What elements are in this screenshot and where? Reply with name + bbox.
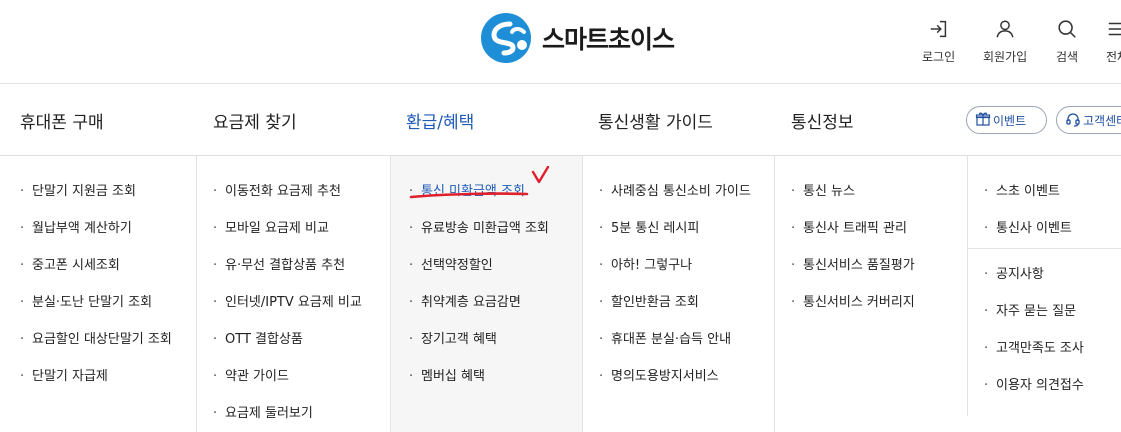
menu-item[interactable]: · 장기고객 혜택	[409, 328, 497, 347]
menu-item[interactable]: · 요금할인 대상단말기 조회	[20, 328, 172, 347]
search-icon	[1056, 18, 1078, 44]
menu-item[interactable]: · 취약계층 요금감면	[409, 291, 521, 310]
menu-item[interactable]: · 명의도용방지서비스	[599, 365, 719, 384]
annotation-underline-check	[409, 166, 550, 199]
menu-item[interactable]: · 모바일 요금제 비교	[213, 217, 329, 236]
logo-text: 스마트초이스	[542, 25, 675, 54]
menu-item[interactable]: · 이동전화 요금제 추천	[213, 180, 341, 199]
menu-item[interactable]: · 요금제 둘러보기	[213, 402, 313, 421]
menu-item[interactable]: · 5분 통신 레시피	[599, 217, 699, 236]
menu-item[interactable]: · 월납부액 계산하기	[20, 217, 132, 236]
menu-item[interactable]: · 분실·도난 단말기 조회	[20, 291, 152, 310]
login-icon	[928, 18, 950, 44]
menu-item[interactable]: · 고객만족도 조사	[984, 337, 1084, 356]
customer-center-pill-label: 고객센터	[1083, 113, 1121, 128]
menu-item[interactable]: · 아하! 그렇구나	[599, 254, 692, 273]
menu-item[interactable]: · 중고폰 시세조회	[20, 254, 120, 273]
menu-item[interactable]: · 자주 묻는 질문	[984, 300, 1076, 319]
menu-column-guide: · 사례중심 통신소비 가이드 · 5분 통신 레시피 · 아하! 그렇구나 · 할인반…	[582, 156, 774, 432]
event-pill-label: 이벤트	[993, 113, 1027, 128]
group-divider	[968, 248, 1121, 249]
signup-label: 회원가입	[983, 50, 1028, 64]
search-label: 검색	[1056, 50, 1079, 64]
headset-icon	[1065, 111, 1083, 130]
menu-item[interactable]: · 통신사 이벤트	[984, 217, 1072, 236]
menu-item[interactable]: · 선택약정할인	[409, 254, 493, 273]
menu-column-phone: · 단말기 지원금 조회 · 월납부액 계산하기 · 중고폰 시세조회 · 분실·도난 …	[0, 156, 196, 432]
menu-column-plans: · 이동전화 요금제 추천 · 모바일 요금제 비교 · 유·무선 결합상품 추천 ·…	[196, 156, 390, 432]
logo-mark-icon	[480, 12, 532, 64]
customer-center-pill-button[interactable]: 고객센터	[1056, 106, 1121, 134]
menu-item[interactable]: · 멤버십 혜택	[409, 365, 485, 384]
site-logo[interactable]: 스마트초이스	[480, 12, 675, 64]
menu-item[interactable]: · 유료방송 미환급액 조회	[409, 217, 549, 236]
event-pill-button[interactable]: 이벤트	[966, 106, 1047, 134]
menu-icon	[1106, 18, 1121, 44]
search-button[interactable]: 검색	[1056, 18, 1078, 65]
nav-telecom-info[interactable]: 통신정보	[791, 108, 854, 133]
menu-item[interactable]: · 사례중심 통신소비 가이드	[599, 180, 751, 199]
nav-refund-benefits[interactable]: 환급/혜택	[406, 108, 474, 133]
menu-item[interactable]: · 할인반환금 조회	[599, 291, 699, 310]
signup-button[interactable]: 회원가입	[983, 18, 1027, 65]
mega-menu: · 단말기 지원금 조회 · 월납부액 계산하기 · 중고폰 시세조회 · 분실·도난 …	[0, 156, 1121, 432]
menu-item[interactable]: · 인터넷/IPTV 요금제 비교	[213, 291, 362, 310]
user-icon	[994, 18, 1016, 44]
nav-plan-finder[interactable]: 요금제 찾기	[213, 108, 297, 133]
nav-phone-purchase[interactable]: 휴대폰 구매	[20, 108, 104, 133]
site-header: 스마트초이스 로그인 회원가입 검색 전체	[0, 0, 1121, 84]
nav-telecom-guide[interactable]: 통신생활 가이드	[598, 108, 713, 133]
menu-item[interactable]: · 스초 이벤트	[984, 180, 1060, 199]
menu-item[interactable]: · 약관 가이드	[213, 365, 289, 384]
menu-item[interactable]: · 단말기 지원금 조회	[20, 180, 136, 199]
menu-item[interactable]: · 이용자 의견접수	[984, 374, 1084, 393]
menu-column-info: · 통신 뉴스 · 통신사 트래픽 관리 · 통신서비스 품질평가 · 통신서비스 커버…	[774, 156, 967, 432]
menu-column-events-support: · 스초 이벤트 · 통신사 이벤트 · 공지사항 · 자주 묻는 질문 · 고객만족도 …	[967, 156, 1121, 416]
menu-item[interactable]: · 통신서비스 커버리지	[791, 291, 915, 310]
gift-icon	[975, 111, 993, 130]
menu-item[interactable]: · 통신사 트래픽 관리	[791, 217, 907, 236]
menu-item[interactable]: · OTT 결합상품	[213, 328, 303, 347]
menu-item[interactable]: · 공지사항	[984, 263, 1044, 282]
menu-column-refund: · 통신 미환급액 조회 · 유료방송 미환급액 조회 · 선택약정할인 · 취약계층 …	[390, 156, 582, 432]
menu-item[interactable]: · 통신서비스 품질평가	[791, 254, 915, 273]
all-menu-button[interactable]: 전체	[1106, 18, 1121, 65]
main-nav: 휴대폰 구매 요금제 찾기 환급/혜택 통신생활 가이드 통신정보 이벤트 고객…	[0, 84, 1121, 156]
login-button[interactable]: 로그인	[922, 18, 955, 65]
all-menu-label: 전체	[1106, 50, 1121, 64]
menu-item[interactable]: · 통신 뉴스	[791, 180, 855, 199]
login-label: 로그인	[922, 50, 956, 64]
menu-item[interactable]: · 유·무선 결합상품 추천	[213, 254, 345, 273]
menu-item[interactable]: · 휴대폰 분실·습득 안내	[599, 328, 731, 347]
menu-item[interactable]: · 단말기 자급제	[20, 365, 108, 384]
